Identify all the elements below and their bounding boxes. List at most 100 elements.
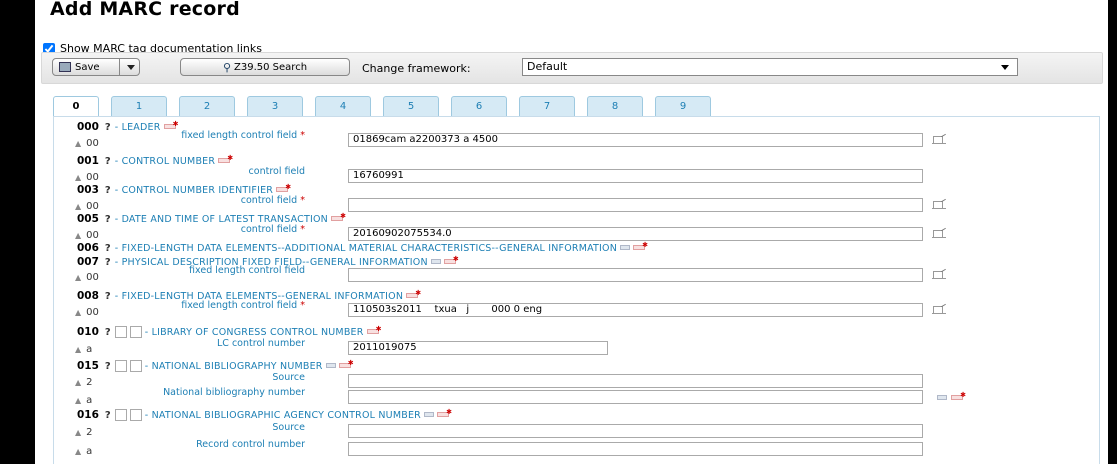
field-016: 016? - NATIONAL BIBLIOGRAPHIC AGENCY CONT… [77, 408, 452, 421]
tab-4[interactable]: 4 [315, 96, 371, 116]
subfield-label: fixed length control field [189, 265, 305, 276]
control-number-input[interactable]: 16760991 [348, 169, 923, 183]
fixed-length-input[interactable]: 110503s2011 txua j 000 0 eng [348, 303, 923, 317]
indicator-1[interactable] [114, 360, 127, 372]
tab-0[interactable]: 0 [53, 96, 99, 117]
subfield-code: ▲ a [75, 344, 93, 355]
tag-editor-icon[interactable] [932, 271, 946, 279]
help-link[interactable]: ? [105, 214, 111, 225]
leader-input[interactable]: 01869cam a2200373 a 4500 [348, 133, 923, 147]
indicator-2[interactable] [129, 360, 142, 372]
subfield-label: Source [272, 422, 305, 433]
subfield-code: ▲ a [75, 446, 93, 457]
delete-tag-icon[interactable] [330, 212, 346, 221]
tag-editor-icon[interactable] [932, 201, 946, 209]
date-time-input[interactable]: 20160902075534.0 [348, 227, 923, 241]
move-up-icon[interactable]: ▲ [75, 173, 81, 182]
help-link[interactable]: ? [105, 243, 111, 254]
delete-tag-icon[interactable] [218, 154, 233, 163]
field-015: 015? - NATIONAL BIBLIOGRAPHY NUMBER [77, 359, 354, 372]
tab-3[interactable]: 3 [247, 96, 303, 116]
save-dropdown-icon[interactable] [127, 65, 135, 70]
required-marker: * [300, 130, 305, 141]
tag-number: 006 [77, 242, 99, 254]
tag-number: 001 [77, 155, 99, 167]
tab-2[interactable]: 2 [179, 96, 235, 116]
indicator-1[interactable] [114, 326, 127, 338]
indicator-2[interactable] [129, 409, 142, 421]
delete-tag-icon[interactable] [276, 183, 291, 192]
clone-subfield-icon[interactable] [937, 395, 947, 400]
subfield-label: control field [248, 166, 305, 177]
delete-tag-icon[interactable] [633, 241, 648, 250]
subfield-label: Source [272, 372, 305, 383]
move-up-icon[interactable]: ▲ [75, 447, 81, 456]
tab-6[interactable]: 6 [451, 96, 507, 116]
delete-tag-icon[interactable] [436, 408, 452, 417]
move-up-icon[interactable]: ▲ [75, 202, 81, 211]
tab-1[interactable]: 1 [111, 96, 167, 116]
expand-icon[interactable] [430, 259, 441, 264]
tag-editor-icon[interactable] [932, 306, 946, 314]
framework-select[interactable]: Default [522, 58, 1018, 76]
subfield-label: LC control number [217, 338, 305, 349]
search-icon: ⚲ [222, 60, 232, 74]
subfield-code: ▲ 00 [75, 272, 99, 283]
field-006: 006? - FIXED-LENGTH DATA ELEMENTS--ADDITI… [77, 241, 648, 254]
help-link[interactable]: ? [105, 122, 111, 133]
help-link[interactable]: ? [105, 361, 111, 372]
help-link[interactable]: ? [105, 327, 111, 338]
tag-name: - LIBRARY OF CONGRESS CONTROL NUMBER [144, 327, 364, 338]
help-link[interactable]: ? [105, 291, 111, 302]
clone-tag-icon[interactable] [423, 412, 434, 417]
lc-control-number-input[interactable]: 2011019075 [348, 341, 608, 355]
national-bibliography-number-input[interactable] [348, 390, 923, 404]
tab-5[interactable]: 5 [383, 96, 439, 116]
tab-8[interactable]: 8 [587, 96, 643, 116]
source-input[interactable] [348, 424, 923, 438]
delete-tag-icon[interactable] [406, 289, 421, 298]
tab-9[interactable]: 9 [655, 96, 711, 116]
expand-icon[interactable] [620, 245, 631, 250]
save-label: Save [75, 61, 100, 73]
tag-editor-icon[interactable] [932, 230, 946, 238]
move-up-icon[interactable]: ▲ [75, 273, 81, 282]
subfield-code: ▲ 00 [75, 307, 99, 318]
tag-editor-icon[interactable] [932, 136, 946, 144]
indicator-2[interactable] [129, 326, 142, 338]
record-control-number-input[interactable] [348, 442, 923, 456]
control-number-identifier-input[interactable] [348, 198, 923, 212]
subfield-code: ▲ a [75, 395, 93, 406]
help-link[interactable]: ? [105, 410, 111, 421]
delete-tag-icon[interactable] [366, 325, 382, 334]
physical-description-input[interactable] [348, 268, 923, 282]
move-up-icon[interactable]: ▲ [75, 396, 81, 405]
help-link[interactable]: ? [105, 185, 111, 196]
tag-number: 007 [77, 256, 99, 268]
move-up-icon[interactable]: ▲ [75, 428, 81, 437]
move-up-icon[interactable]: ▲ [75, 139, 81, 148]
z3950-label: Z39.50 Search [234, 61, 308, 73]
source-input[interactable] [348, 374, 923, 388]
delete-tag-icon[interactable] [338, 359, 354, 368]
save-button[interactable]: Save [52, 58, 140, 76]
move-up-icon[interactable]: ▲ [75, 345, 81, 354]
tab-7[interactable]: 7 [519, 96, 575, 116]
toolbar: Save ⚲ Z39.50 Search Change framework: D… [41, 52, 1103, 84]
z3950-search-button[interactable]: ⚲ Z39.50 Search [180, 58, 350, 76]
delete-tag-icon[interactable] [163, 120, 179, 129]
tag-name: - NATIONAL BIBLIOGRAPHY NUMBER [144, 361, 323, 372]
tag-number: 016 [77, 409, 99, 421]
move-up-icon[interactable]: ▲ [75, 308, 81, 317]
subfield-code: ▲ 00 [75, 201, 99, 212]
help-link[interactable]: ? [105, 156, 111, 167]
help-link[interactable]: ? [105, 257, 111, 268]
delete-subfield-icon[interactable] [951, 391, 966, 400]
delete-tag-icon[interactable] [443, 255, 459, 264]
tag-number: 010 [77, 326, 99, 338]
indicator-1[interactable] [114, 409, 127, 421]
move-up-icon[interactable]: ▲ [75, 231, 81, 240]
subfield-code: ▲ 00 [75, 230, 99, 241]
clone-tag-icon[interactable] [325, 363, 336, 368]
move-up-icon[interactable]: ▲ [75, 378, 81, 387]
